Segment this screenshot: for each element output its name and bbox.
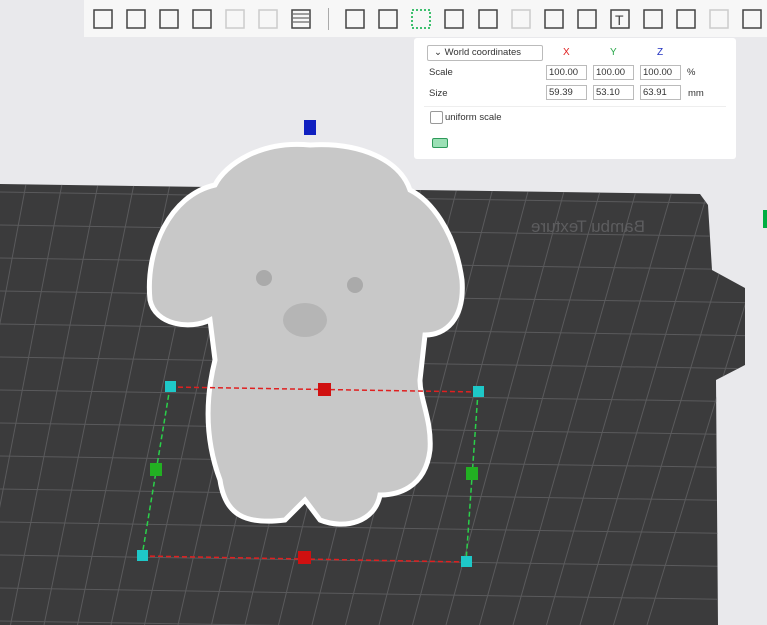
- assembly-icon: [709, 8, 729, 29]
- right-edge-marker: [763, 210, 767, 228]
- auto-orient-icon: [158, 8, 179, 29]
- more-button[interactable]: [738, 4, 767, 34]
- scale-label: Scale: [429, 67, 453, 78]
- support-paint-button[interactable]: [539, 4, 568, 34]
- x-axis-label: X: [563, 47, 570, 58]
- scale-icon: [411, 8, 432, 29]
- coordinate-mode-value: World coordinates: [444, 47, 521, 58]
- move-icon: [345, 8, 365, 29]
- coordinate-mode-dropdown[interactable]: ⌄ World coordinates: [427, 45, 543, 61]
- plate-p-button[interactable]: [253, 4, 282, 34]
- add-plate-icon: [125, 8, 146, 29]
- add-plate-button[interactable]: [121, 4, 150, 34]
- y-axis-label: Y: [610, 47, 617, 58]
- lay-on-face-icon: [444, 8, 465, 29]
- y-scale-handle[interactable]: [150, 463, 162, 476]
- layers-icon: [291, 8, 311, 29]
- z-scale-handle[interactable]: [304, 120, 316, 135]
- size-x-input[interactable]: 59.39: [546, 85, 587, 100]
- plate-texture-label: Bambu Texture: [531, 217, 645, 236]
- seam-paint-button[interactable]: [572, 4, 601, 34]
- plate-0-icon: [225, 8, 245, 29]
- assembly-button[interactable]: [705, 4, 734, 34]
- uniform-scale-checkbox[interactable]: [430, 111, 443, 124]
- scale-button[interactable]: [407, 4, 436, 34]
- corner-handle[interactable]: [473, 386, 484, 397]
- measure-icon: [676, 8, 696, 29]
- size-unit: mm: [688, 88, 704, 99]
- boolean-icon: [510, 8, 531, 29]
- corner-handle[interactable]: [165, 381, 176, 392]
- size-z-input[interactable]: 63.91: [640, 85, 681, 100]
- support-paint-icon: [543, 8, 564, 29]
- cut-icon: [477, 8, 498, 29]
- color-paint-button[interactable]: [638, 4, 667, 34]
- color-paint-icon: [643, 8, 663, 29]
- chevron-down-icon: ⌄: [434, 47, 445, 58]
- boolean-button[interactable]: [506, 4, 535, 34]
- rotate-button[interactable]: [374, 4, 403, 34]
- x-scale-handle[interactable]: [318, 383, 331, 396]
- cut-button[interactable]: [473, 4, 502, 34]
- scale-x-input[interactable]: 100.00: [546, 65, 587, 80]
- arrange-icon: [192, 8, 212, 29]
- more-icon: [742, 8, 763, 29]
- corner-handle[interactable]: [137, 550, 148, 561]
- scale-panel: ⌄ World coordinates X Y Z Scale 100.00 1…: [414, 38, 736, 159]
- scale-z-input[interactable]: 100.00: [640, 65, 681, 80]
- uniform-scale-label: uniform scale: [445, 112, 502, 123]
- lay-on-face-button[interactable]: [440, 4, 469, 34]
- layers-button[interactable]: [287, 4, 316, 34]
- plate-p-icon: [258, 8, 278, 29]
- add-object-icon: [92, 8, 113, 29]
- seam-paint-icon: [577, 8, 597, 29]
- corner-handle[interactable]: [461, 556, 472, 567]
- size-label: Size: [429, 88, 448, 99]
- measure-button[interactable]: [672, 4, 701, 34]
- main-toolbar: T: [84, 0, 767, 37]
- auto-orient-button[interactable]: [154, 4, 183, 34]
- scale-unit: %: [687, 67, 696, 78]
- scale-y-input[interactable]: 100.00: [593, 65, 634, 80]
- add-object-button[interactable]: [88, 4, 117, 34]
- x-scale-handle[interactable]: [298, 551, 311, 564]
- z-axis-label: Z: [657, 47, 664, 58]
- y-scale-handle[interactable]: [466, 467, 478, 480]
- keyboard-shortcuts-icon[interactable]: [432, 138, 448, 148]
- rotate-icon: [378, 8, 399, 29]
- text-icon: T: [610, 8, 630, 29]
- arrange-button[interactable]: [187, 4, 216, 34]
- move-button[interactable]: [341, 4, 370, 34]
- toolbar-separator: [327, 7, 329, 30]
- size-y-input[interactable]: 53.10: [593, 85, 634, 100]
- plate-0-button[interactable]: [220, 4, 249, 34]
- text-button[interactable]: T: [605, 4, 634, 34]
- divider: [424, 106, 726, 107]
- svg-text:T: T: [615, 12, 624, 28]
